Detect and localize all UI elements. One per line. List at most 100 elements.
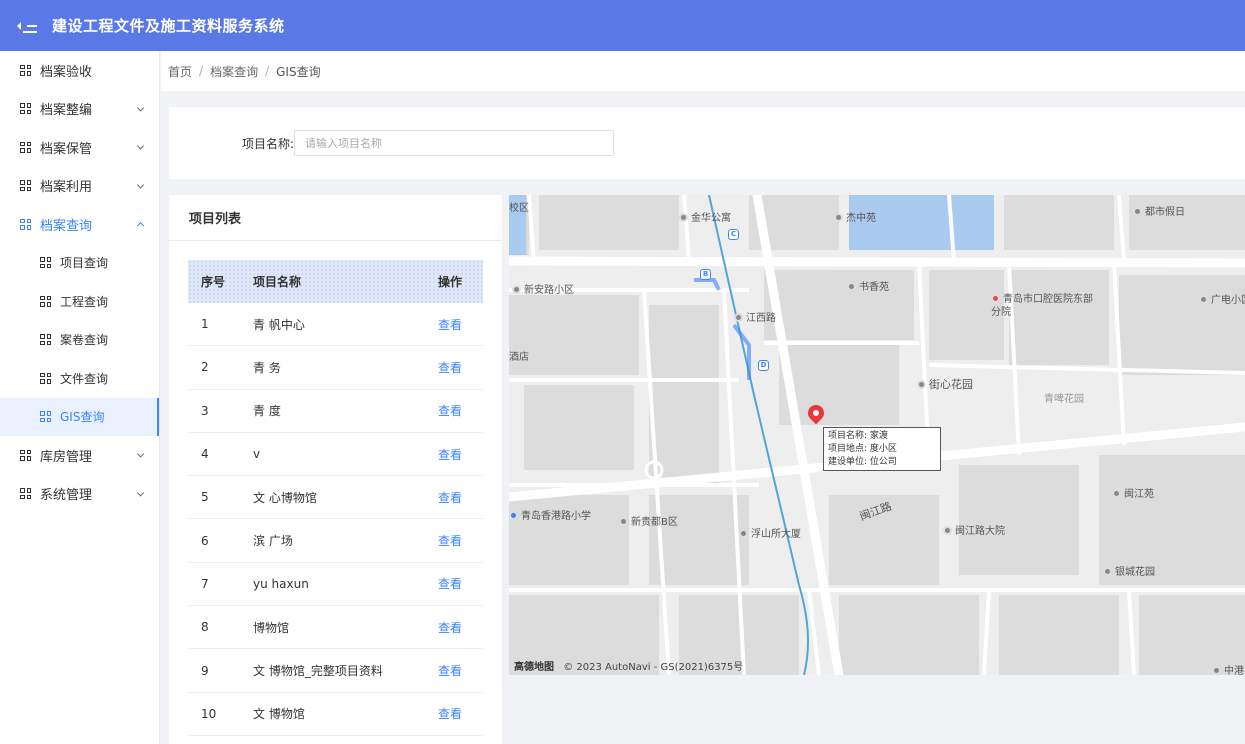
- grid-icon: [40, 295, 51, 307]
- metro-station-icon: [734, 313, 743, 322]
- view-button[interactable]: 查看: [438, 446, 483, 463]
- map-label-minjiangdayuan: 闽江路大院: [943, 522, 1005, 537]
- sidebar-item-11[interactable]: 系统管理: [0, 475, 159, 514]
- info-construction-unit: 建设单位: 位公司: [828, 457, 897, 467]
- sidebar-item-label: 工程查询: [60, 294, 109, 309]
- poi-icon: [834, 213, 843, 222]
- poi-icon: [1112, 489, 1121, 498]
- view-button[interactable]: 查看: [438, 619, 483, 636]
- row-no: 10: [201, 706, 217, 721]
- sidebar-item-0[interactable]: 档案验收: [0, 51, 159, 90]
- table-row: 8 博物馆 查看: [188, 606, 483, 650]
- hospital-icon: [991, 294, 1000, 303]
- row-no: 3: [201, 403, 209, 418]
- sidebar-item-2[interactable]: 档案保管: [0, 128, 159, 167]
- view-button[interactable]: 查看: [438, 662, 483, 679]
- map-label-xinanlu: 新安路小区: [512, 281, 574, 296]
- sidebar-item-label: 项目查询: [60, 256, 109, 271]
- table-row: 1 青 帆中心 查看: [188, 303, 483, 347]
- map-label-xiaoqu: 校区: [509, 203, 529, 214]
- chevron-down-icon: [136, 142, 145, 150]
- poi-icon: [512, 285, 521, 294]
- sidebar-item-1[interactable]: 档案整编: [0, 90, 159, 129]
- map-label-jiezhong: 杰中苑: [834, 209, 876, 224]
- column-op: 操作: [438, 275, 463, 289]
- map-label-jinhua: 金华公寓: [679, 209, 731, 224]
- app-title: 建设工程文件及施工资料服务系统: [52, 17, 285, 35]
- sidebar-item-5[interactable]: 项目查询: [0, 244, 159, 283]
- view-button[interactable]: 查看: [438, 705, 483, 722]
- project-name-input[interactable]: [294, 130, 614, 156]
- poi-icon: [679, 213, 688, 222]
- map-label-jiudian: 酒店: [509, 352, 529, 363]
- row-project-name: 青 度: [253, 404, 281, 419]
- grid-icon: [20, 180, 31, 192]
- row-project-name: 青 帆中心: [253, 317, 305, 332]
- map-label-qingpi: 青啤花园: [1044, 394, 1084, 405]
- view-button[interactable]: 查看: [438, 489, 483, 506]
- sidebar-item-4[interactable]: 档案查询: [0, 205, 159, 244]
- row-project-name: yu haxun: [253, 576, 309, 591]
- map-label-hospital: 青岛市口腔医院东部分院: [991, 294, 1093, 318]
- sidebar-item-label: 文件查询: [60, 371, 109, 386]
- table-body: 1青 帆中心 查看 2 青 务查看 3 青 度查看 4 v 查看 5 文 心博物馆 查看 6 滨 广场 查看…: [188, 303, 483, 736]
- grid-icon: [20, 141, 31, 153]
- info-project-location: 项目地点: 度小区: [828, 444, 897, 454]
- sidebar-item-label: 档案验收: [40, 64, 93, 80]
- map-label-shuxiang: 书香苑: [847, 278, 889, 293]
- sidebar-item-10[interactable]: 库房管理: [0, 436, 159, 475]
- sidebar-item-8[interactable]: 文件查询: [0, 359, 159, 398]
- sidebar-item-label: 系统管理: [40, 488, 93, 504]
- sidebar-item-label: 档案整编: [40, 103, 93, 119]
- table-row: 2 青 务 查看: [188, 346, 483, 390]
- row-no: 7: [201, 576, 209, 591]
- chevron-down-icon: [136, 181, 145, 189]
- poi-icon: [1103, 567, 1112, 576]
- metro-entrance-icon: B: [700, 269, 711, 280]
- metro-entrance-icon: D: [758, 360, 769, 371]
- row-project-name: 博物馆: [253, 620, 290, 635]
- sidebar-item-label: 档案保管: [40, 141, 93, 157]
- menu-toggle-icon[interactable]: [17, 19, 37, 33]
- chevron-down-icon: [136, 450, 145, 458]
- sidebar-item-9[interactable]: GIS查询: [0, 397, 159, 436]
- row-project-name: 文 博物馆: [253, 707, 305, 722]
- poi-icon: [509, 511, 518, 520]
- project-list-panel: 项目列表 序号 项目名称 操作 1青 帆中心 查看 2 青 务查看 3 青 度查看 4 v 查看…: [169, 195, 502, 744]
- breadcrumb-home[interactable]: 首页: [168, 63, 192, 80]
- search-label: 项目名称:: [241, 136, 294, 151]
- row-project-name: 滨 广场: [253, 534, 293, 549]
- breadcrumb-parent[interactable]: 档案查询: [210, 63, 258, 80]
- app-header: 建设工程文件及施工资料服务系统: [0, 0, 1245, 51]
- sidebar: 档案验收档案整编档案保管档案利用档案查询项目查询工程查询案卷查询文件查询 GIS查…: [0, 51, 160, 744]
- chevron-up-icon: [136, 222, 145, 230]
- sidebar-item-6[interactable]: 工程查询: [0, 282, 159, 321]
- sidebar-item-7[interactable]: 案卷查询: [0, 321, 159, 360]
- gis-map[interactable]: C B D 校区 金华公寓 杰中苑 都市假日 新安路小区 书香苑 青岛市口腔医院…: [509, 195, 1245, 675]
- row-no: 6: [201, 533, 209, 548]
- table-row: 3 青 度 查看: [188, 390, 483, 433]
- sidebar-item-label: 库房管理: [40, 449, 93, 465]
- sidebar-item-label: 案卷查询: [60, 333, 109, 348]
- view-button[interactable]: 查看: [438, 575, 483, 592]
- view-button[interactable]: 查看: [438, 359, 483, 376]
- sidebar-item-label: 档案查询: [40, 218, 93, 234]
- column-no: 序号: [201, 275, 226, 289]
- table-row: 4 v 查看: [188, 433, 483, 477]
- row-no: 8: [201, 620, 209, 635]
- chevron-down-icon: [136, 104, 145, 112]
- map-label-jiexin: 街心花园: [917, 376, 973, 392]
- project-table: 序号 项目名称 操作 1青 帆中心 查看 2 青 务查看 3 青 度查看 4 v 查看 5 文 心博…: [188, 260, 483, 736]
- grid-icon: [40, 257, 51, 269]
- map-label-xinguidu: 新贵都B区: [619, 513, 678, 528]
- view-button[interactable]: 查看: [438, 532, 483, 549]
- poi-icon: [847, 282, 856, 291]
- sidebar-item-label: 档案利用: [40, 180, 93, 196]
- map-copyright: © 2023 AutoNavi - GS(2021)6375号: [563, 662, 744, 673]
- project-info-popup: 项目名称: 家渡 项目地点: 度小区 建设单位: 位公司: [823, 427, 941, 471]
- map-label-guangdian: 广电小区: [1199, 291, 1245, 306]
- view-button[interactable]: 查看: [438, 402, 483, 419]
- map-attribution: 高德地图 © 2023 AutoNavi - GS(2021)6375号: [514, 658, 743, 673]
- sidebar-item-3[interactable]: 档案利用: [0, 167, 159, 206]
- view-button[interactable]: 查看: [438, 316, 483, 333]
